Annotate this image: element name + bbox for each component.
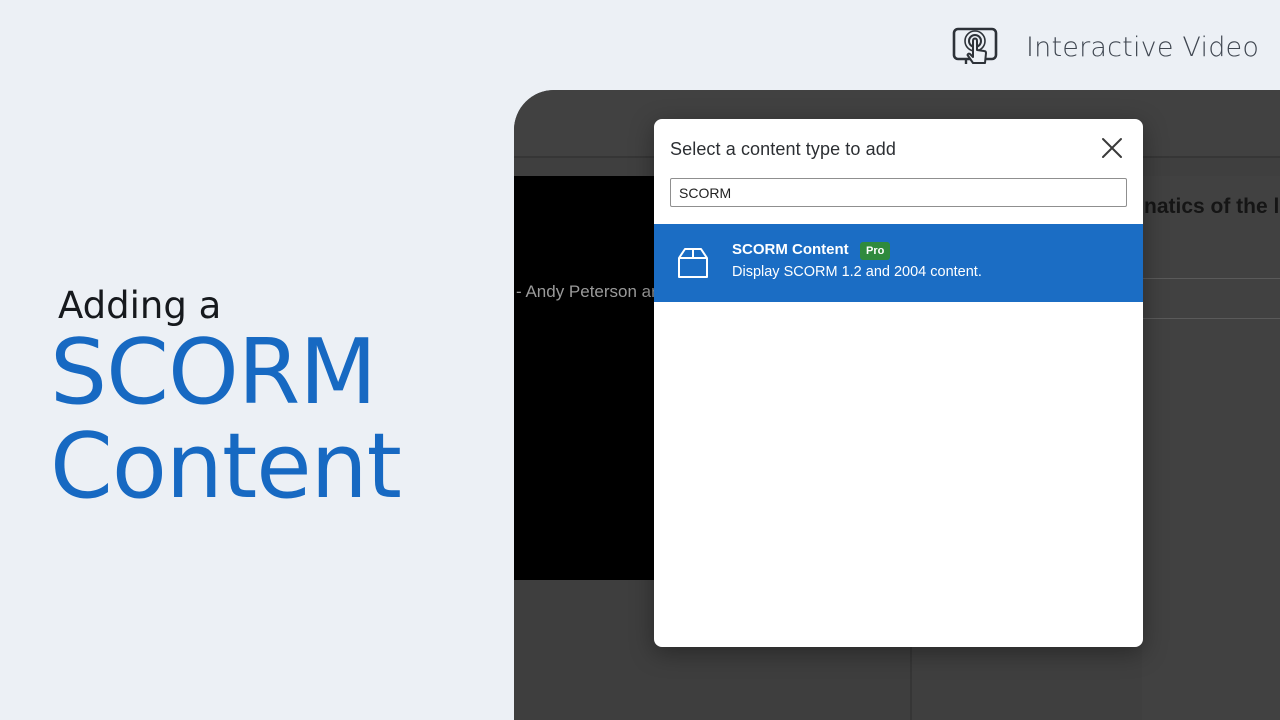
box-icon	[676, 246, 710, 280]
side-panel	[1142, 176, 1280, 720]
video-panel[interactable]: - Andy Peterson ar	[514, 176, 660, 580]
search-input[interactable]	[670, 178, 1127, 207]
side-panel-divider	[1142, 318, 1280, 319]
pro-badge: Pro	[860, 242, 891, 260]
hero-title-line-1: SCORM	[50, 320, 377, 425]
dialog-title: Select a content type to add	[670, 139, 896, 159]
result-item-scorm-content[interactable]: SCORM Content Pro Display SCORM 1.2 and …	[654, 224, 1143, 302]
content-type-dialog: Select a content type to add SCORM Conte…	[654, 119, 1143, 647]
result-title: SCORM Content	[732, 241, 849, 258]
brand-title: Interactive Video	[1026, 31, 1260, 63]
video-title: - Andy Peterson ar	[516, 282, 657, 301]
hero-title-line-2: Content	[50, 414, 402, 519]
touch-screen-icon	[952, 27, 998, 64]
result-description: Display SCORM 1.2 and 2004 content.	[732, 264, 982, 280]
side-panel-heading: natics of the le	[1144, 195, 1280, 218]
side-panel-divider	[1142, 278, 1280, 279]
brand-header: Interactive Video	[952, 26, 1259, 68]
close-icon	[1102, 138, 1122, 158]
close-button[interactable]	[1099, 135, 1125, 161]
